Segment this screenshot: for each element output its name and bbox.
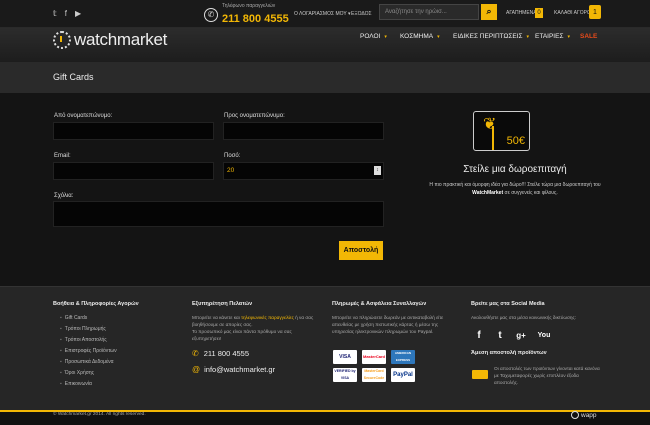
search-button[interactable]: ⌕ (481, 4, 497, 20)
help-heading: Βοήθεια & Πληροφορίες Αγορών (53, 301, 139, 307)
amount-stepper[interactable]: ↕ (374, 166, 381, 175)
submit-button[interactable]: Αποστολή (339, 241, 383, 260)
to-name-label: Προς ονοματεπώνυμο: (224, 113, 285, 119)
footer-link-contact[interactable]: Επικοινωνία (60, 381, 92, 387)
nav-watches[interactable]: ΡΟΛΟΙ ▾ (360, 33, 387, 40)
developer-credit[interactable]: wapp (571, 411, 597, 419)
gift-card-image: ❦ 50€ (473, 111, 530, 151)
footer-email[interactable]: @ info@watchmarket.gr (192, 365, 275, 374)
social-heading: Βρείτε μας στα Social Media (471, 301, 545, 307)
chevron-down-icon: ▾ (437, 34, 440, 40)
nav-special-occasions[interactable]: ΕΙΔΙΚΕΣ ΠΕΡΙΠΤΩΣΕΙΣ ▾ (453, 33, 529, 40)
gift-card-amount: 50€ (506, 135, 525, 147)
twitter-icon[interactable]: t (492, 328, 508, 344)
phone-icon: ✆ (192, 349, 199, 358)
search-input[interactable]: Αναζήτησε την ηρώισ... (379, 4, 479, 20)
youtube-icon[interactable]: ▶ (75, 9, 81, 18)
from-name-input[interactable] (53, 122, 214, 140)
page-title-band (0, 62, 650, 93)
amount-label: Ποσό: (224, 153, 241, 159)
nav-sale[interactable]: SALE (580, 33, 597, 40)
truck-icon (472, 370, 488, 379)
shipping-text: Οι αποστολές των προϊόντων γίνονται κατά… (494, 366, 600, 385)
payments-heading: Πληρωμές & Ασφάλεια Συναλλαγών (332, 301, 427, 307)
promo-heading: Στείλε μια δωροεπιταγή (463, 164, 567, 175)
chevron-down-icon: ▾ (567, 34, 570, 40)
facebook-icon[interactable]: f (471, 328, 487, 344)
phone-label: Τηλέφωνο παραγγελιών (222, 3, 276, 9)
at-icon: @ (192, 365, 201, 374)
watch-logo-icon (53, 31, 71, 49)
amex-logo: AMERICAN EXPRESS (391, 350, 415, 364)
footer-link-shipping[interactable]: Τρόποι Αποστολής (60, 337, 107, 343)
amount-input[interactable]: 20 ↕ (223, 162, 384, 180)
comments-label: Σχόλια: (54, 193, 74, 199)
logout-link[interactable]: ΕΞΟΔΟΣ (351, 11, 372, 17)
nav-brands[interactable]: ΕΤΑΙΡΙΕΣ ▾ (535, 33, 570, 40)
payments-text: Μπορείτε να πληρώσετε δωρεάν με αντικατα… (332, 315, 444, 334)
service-heading: Εξυπηρέτηση Πελατών (192, 301, 253, 307)
footer-link-returns[interactable]: Επιστροφές Προϊόντων (60, 348, 117, 354)
phone-number[interactable]: 211 800 4555 (222, 13, 289, 25)
shipping-heading: Άμεση αποστολή προϊόντων (471, 350, 547, 356)
verified-by-visa-logo: VERIFIED by VISA (333, 368, 357, 382)
email-label: Email: (54, 153, 71, 159)
email-input[interactable] (53, 162, 214, 180)
wapp-logo-icon (571, 411, 579, 419)
footer-link-gift-cards[interactable]: Gift Cards (60, 315, 88, 321)
mastercard-logo: MasterCard (362, 350, 386, 364)
facebook-icon[interactable]: f (65, 9, 67, 18)
search-icon: ⌕ (486, 6, 492, 16)
service-text: Μπορείτε να κάνετε και τηλεφωνικές παραγ… (192, 315, 314, 341)
page-title: Gift Cards (53, 72, 94, 82)
wishlist-link[interactable]: ΑΓΑΠΗΜΕΝΑ (506, 10, 537, 16)
site-logo[interactable]: watchmarket (53, 30, 167, 50)
my-account-menu[interactable]: Ο ΛΟΓΑΡΙΑΣΜΟΣ ΜΟΥ ▾ (294, 11, 350, 17)
footer-link-payment[interactable]: Τρόποι Πληρωμής (60, 326, 106, 332)
google-plus-icon[interactable]: g+ (513, 328, 529, 344)
footer-link-privacy[interactable]: Προσωπικά Δεδομένα (60, 359, 114, 365)
chevron-down-icon: ▾ (384, 34, 387, 40)
wishlist-count: 0 (535, 8, 543, 18)
copyright-text: © Watchmarket.gr 2014. All rights reserv… (53, 412, 146, 417)
order-phone: ✆ Τηλέφωνο παραγγελιών 211 800 4555 (204, 3, 289, 27)
top-social-links: 𝕥 f ▶ (53, 9, 81, 18)
phone-icon: ✆ (204, 8, 218, 22)
logo-text: watchmarket (74, 30, 168, 49)
youtube-icon[interactable]: You (536, 328, 552, 344)
nav-jewelry[interactable]: ΚΟΣΜΗΜΑ ▾ (400, 33, 440, 40)
cart-count-icon[interactable]: 1 (589, 5, 601, 19)
social-text: Ακολουθήστε μας στα μέσα κοινωνικής δικτ… (471, 315, 577, 320)
comments-textarea[interactable] (53, 201, 384, 227)
chevron-down-icon: ▾ (526, 34, 530, 40)
footer-phone[interactable]: ✆ 211 800 4555 (192, 349, 249, 358)
amount-value: 20 (227, 167, 235, 174)
paypal-logo: PayPal (391, 368, 415, 382)
bow-icon: ❦ (483, 116, 497, 133)
twitter-icon[interactable]: 𝕥 (53, 9, 57, 18)
from-name-label: Από ονοματεπώνυμο: (54, 113, 113, 119)
footer-link-terms[interactable]: Όροι Χρήσης (60, 370, 94, 376)
to-name-input[interactable] (223, 122, 384, 140)
promo-text: Η πιο πρακτική και όμορφη ιδέα για δώρο!… (429, 182, 601, 196)
visa-logo: VISA (333, 350, 357, 364)
mastercard-securecode-logo: MasterCard SecureCode (362, 368, 386, 382)
